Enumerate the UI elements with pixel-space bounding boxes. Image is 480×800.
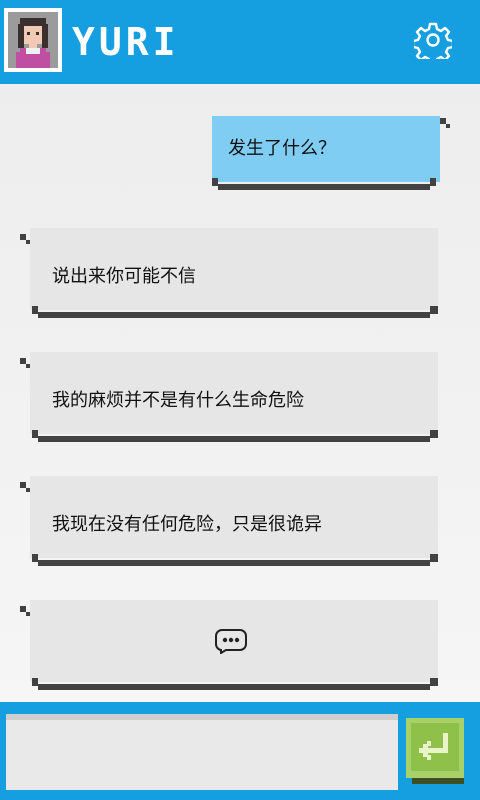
typing-indicator-bubble xyxy=(18,600,442,696)
input-bar xyxy=(0,702,480,800)
message-text: 我现在没有任何危险，只是很诡异 xyxy=(52,514,322,535)
chat-header: YURI xyxy=(0,0,480,84)
gear-icon xyxy=(411,22,455,66)
pixel-girl-avatar-icon xyxy=(16,18,50,68)
message-text: 说出来你可能不信 xyxy=(52,266,196,287)
message-text: 我的麻烦并不是有什么生命危险 xyxy=(52,390,304,411)
message-bubble-partner: 我现在没有任何危险，只是很诡异 xyxy=(18,476,442,572)
message-input[interactable] xyxy=(6,714,398,790)
contact-name: YURI xyxy=(72,20,180,64)
settings-button[interactable] xyxy=(411,21,455,66)
message-text: 发生了什么？ xyxy=(228,138,336,159)
send-button[interactable] xyxy=(406,718,464,784)
enter-arrow-icon xyxy=(419,733,448,760)
avatar[interactable] xyxy=(4,8,62,72)
message-bubble-partner: 说出来你可能不信 xyxy=(18,228,442,324)
typing-dots-icon xyxy=(214,629,247,654)
message-bubble-user: 发生了什么？ xyxy=(208,112,454,196)
message-bubble-partner: 我的麻烦并不是有什么生命危险 xyxy=(18,352,442,448)
